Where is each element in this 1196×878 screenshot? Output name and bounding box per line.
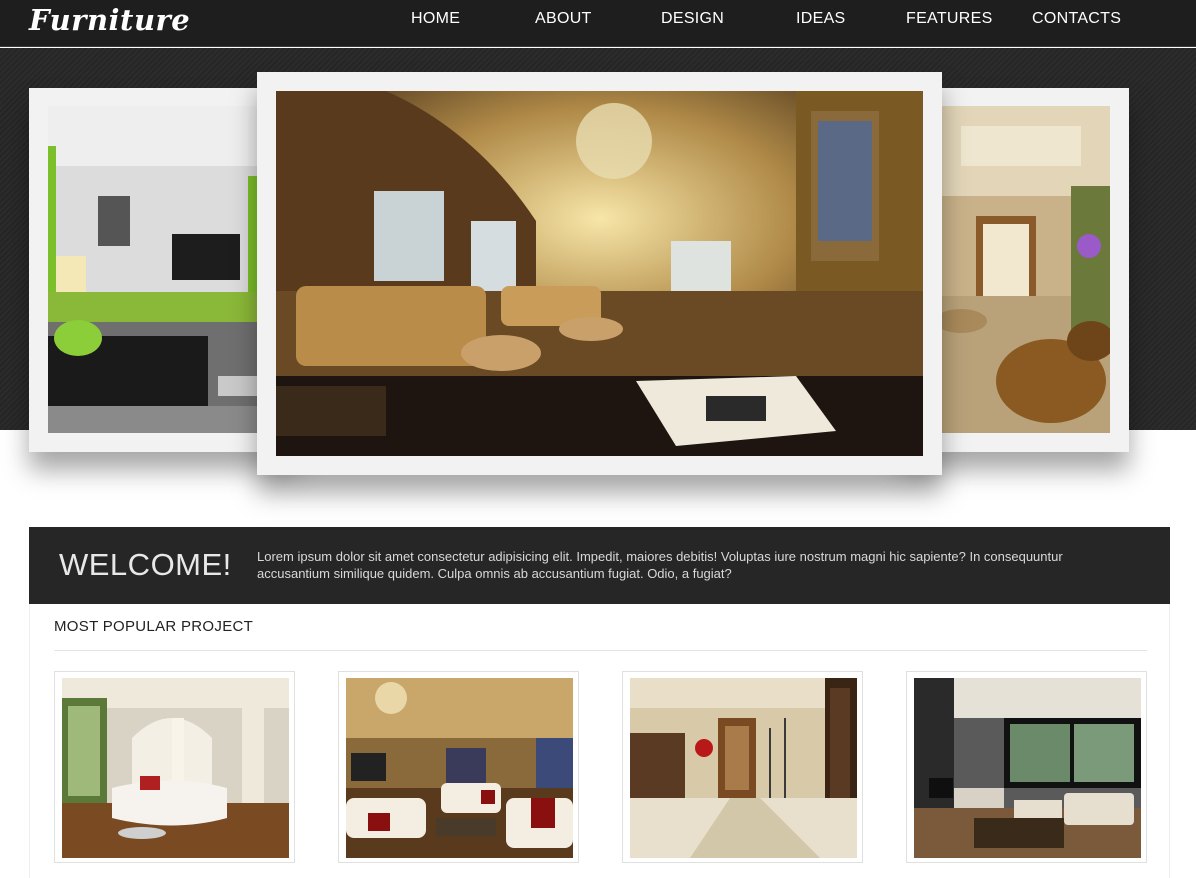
luxury-lounge-chandelier-photo (276, 91, 923, 456)
white-living-room-photo (62, 678, 289, 858)
project-card[interactable] (54, 671, 295, 863)
nav-contacts[interactable]: CONTACTS (1032, 10, 1121, 28)
site-header: Furniture HOME ABOUT DESIGN IDEAS FEATUR… (0, 0, 1196, 47)
hotel-lobby-armchairs-photo (941, 106, 1110, 433)
nav-home[interactable]: HOME (411, 10, 460, 28)
main-nav: HOME ABOUT DESIGN IDEAS FEATURES CONTACT… (0, 0, 1196, 47)
popular-projects-section: MOST POPULAR PROJECT (29, 604, 1170, 878)
hero-slide-center[interactable] (257, 72, 942, 475)
project-card[interactable] (338, 671, 579, 863)
project-card[interactable] (906, 671, 1147, 863)
project-card[interactable] (622, 671, 863, 863)
modern-fireplace-room-photo (914, 678, 1141, 858)
warm-lounge-red-pillows-photo (346, 678, 573, 858)
nav-design[interactable]: DESIGN (661, 10, 724, 28)
nav-ideas[interactable]: IDEAS (796, 10, 846, 28)
section-title: MOST POPULAR PROJECT (54, 618, 254, 635)
welcome-title: WELCOME! (59, 547, 232, 582)
nav-about[interactable]: ABOUT (535, 10, 592, 28)
section-divider (54, 650, 1147, 651)
welcome-banner: WELCOME! Lorem ipsum dolor sit amet cons… (29, 527, 1170, 604)
living-room-green-accent-photo (48, 106, 288, 433)
hallway-wooden-door-photo (630, 678, 857, 858)
welcome-text: Lorem ipsum dolor sit amet consectetur a… (257, 549, 1063, 581)
nav-features[interactable]: FEATURES (906, 10, 993, 28)
